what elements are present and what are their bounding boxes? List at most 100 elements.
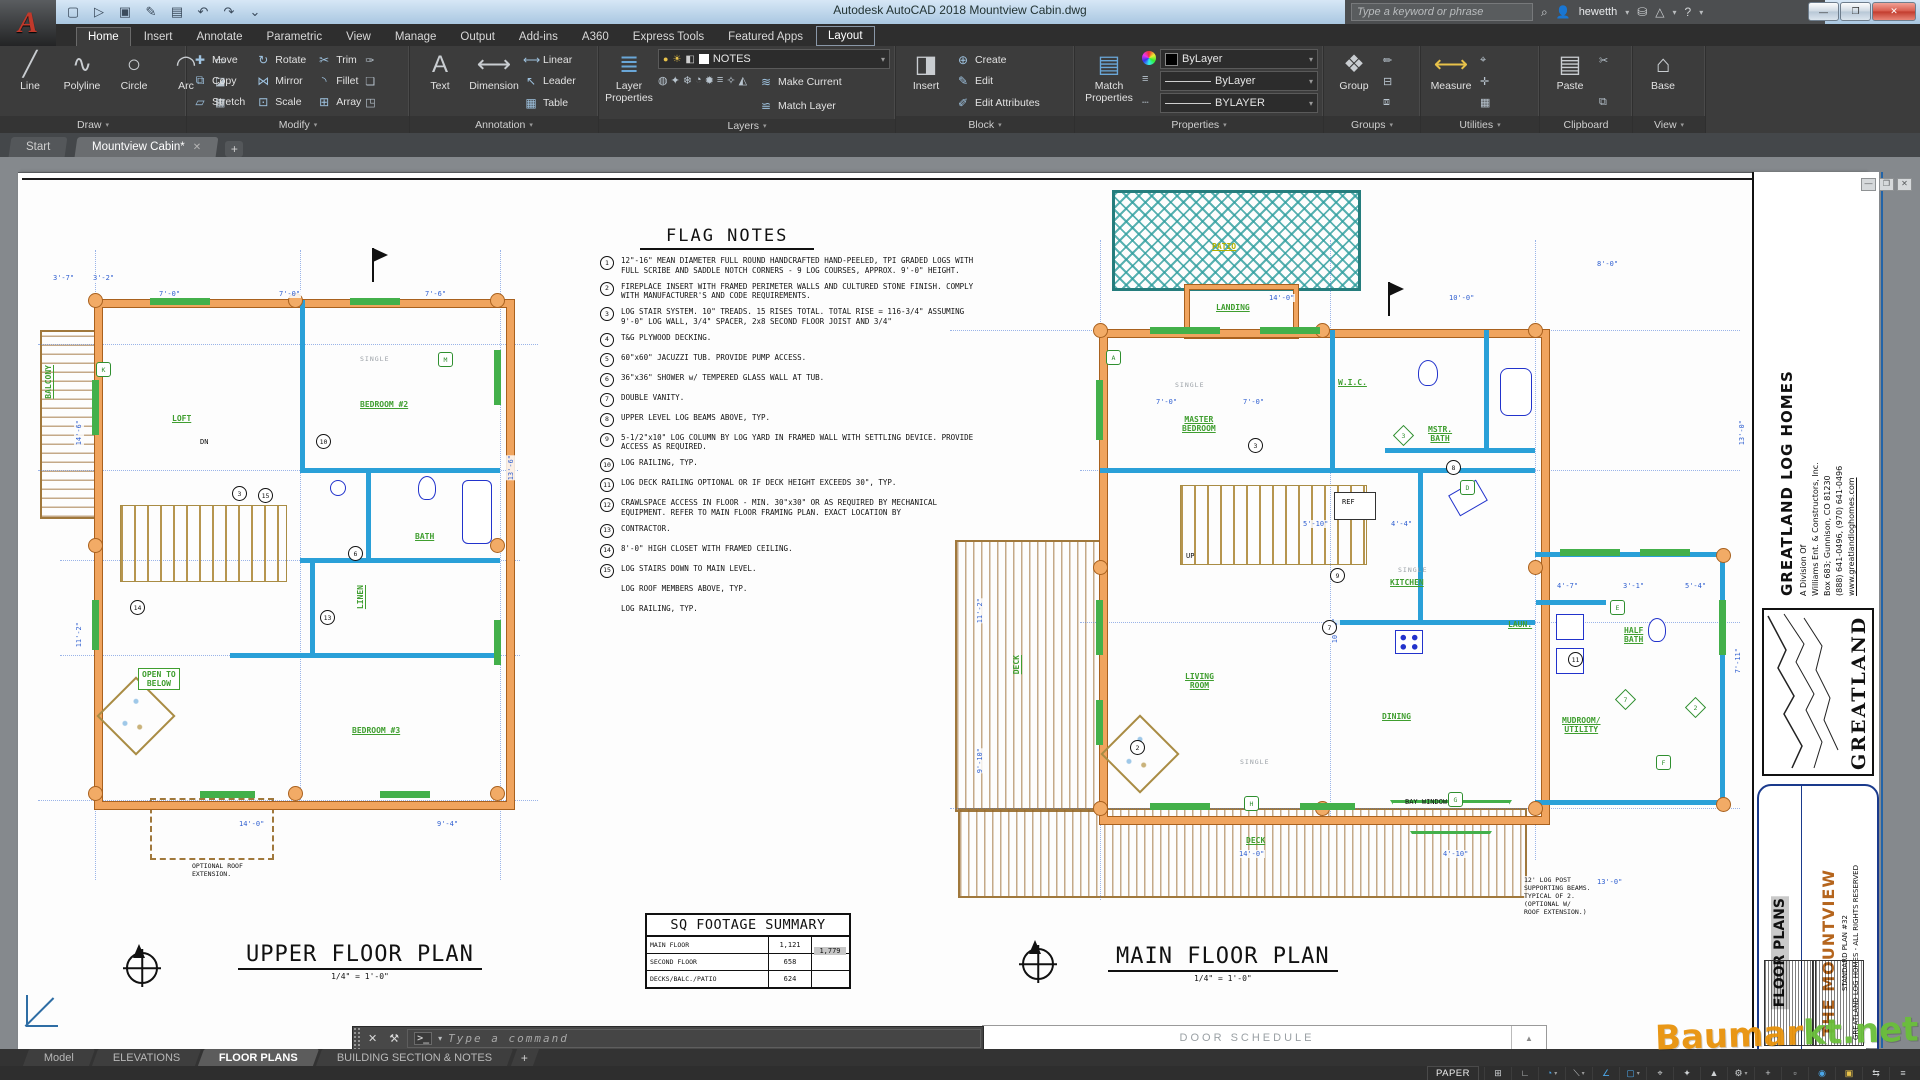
ribbon-big-button[interactable]: ∿ Polyline: [57, 49, 107, 113]
ribbon-small-icon[interactable]: ✹: [705, 71, 714, 89]
linetype-combo[interactable]: ByLayer ▾: [1160, 71, 1318, 91]
insert-block-button[interactable]: ◨ Insert: [901, 49, 951, 113]
ribbon-small-icon[interactable]: ◍: [658, 71, 668, 89]
layout-tab[interactable]: FLOOR PLANS: [198, 1049, 320, 1066]
status-icon[interactable]: ▣: [1835, 1066, 1862, 1080]
layer-combo[interactable]: ● ☀ ◧ NOTES ▾: [658, 49, 890, 69]
groups-panel-label[interactable]: Groups ▾: [1324, 116, 1420, 133]
qat-icon[interactable]: ✎: [142, 4, 160, 20]
drawing-tab[interactable]: Mountview Cabin* ✕: [74, 137, 219, 157]
status-icon[interactable]: ▢: [1619, 1066, 1646, 1080]
ribbon-button[interactable]: ▱ Stretch: [192, 92, 245, 113]
qat-icon[interactable]: ▣: [116, 4, 134, 20]
recent-commands-caret-icon[interactable]: ▾: [438, 1034, 442, 1043]
ribbon-tab[interactable]: Add-ins: [508, 28, 569, 46]
qat-icon[interactable]: ⌄: [246, 4, 264, 20]
status-icon[interactable]: ◉: [1808, 1066, 1835, 1080]
ribbon-small-icon[interactable]: ⧈: [1383, 93, 1392, 111]
ribbon-small-icon[interactable]: ⊟: [1383, 72, 1392, 90]
command-customize-icon[interactable]: ⚒: [383, 1032, 405, 1045]
signed-in-user[interactable]: hewetth: [1579, 6, 1618, 18]
status-icon[interactable]: ⊞: [1484, 1066, 1511, 1080]
status-icon[interactable]: ⚙: [1727, 1066, 1754, 1080]
group-button[interactable]: ❖ Group: [1329, 49, 1379, 113]
qat-icon[interactable]: ▢: [64, 4, 82, 20]
app-store-cart-icon[interactable]: ⛁: [1637, 5, 1647, 19]
start-tab[interactable]: Start: [8, 137, 68, 157]
help-caret-icon[interactable]: ▾: [1699, 8, 1703, 17]
ribbon-button[interactable]: ⋈ Mirror: [255, 70, 306, 91]
ribbon-tab[interactable]: Featured Apps: [717, 28, 814, 46]
ribbon-button[interactable]: ⊞ Array: [316, 92, 361, 113]
close-button[interactable]: ✕: [1872, 2, 1916, 21]
ribbon-button[interactable]: ◝ Fillet: [316, 70, 361, 91]
ribbon-small-icon[interactable]: ❄: [683, 71, 692, 89]
doc-close-icon[interactable]: ✕: [1897, 178, 1912, 191]
ribbon-tab[interactable]: Insert: [133, 28, 184, 46]
ribbon-button[interactable]: ↻ Rotate: [255, 49, 306, 70]
match-properties-button[interactable]: ▤ Match Properties: [1080, 49, 1138, 113]
a360-caret-icon[interactable]: ▾: [1673, 8, 1677, 17]
status-icon[interactable]: +: [1754, 1066, 1781, 1080]
new-layout-button[interactable]: +: [510, 1049, 539, 1066]
user-menu-caret-icon[interactable]: ▾: [1625, 8, 1629, 17]
ribbon-small-icon[interactable]: ◔: [695, 71, 702, 89]
lineweight-combo[interactable]: BYLAYER ▾: [1160, 93, 1318, 113]
ribbon-tab[interactable]: Home: [76, 27, 131, 46]
status-icon[interactable]: ∟: [1511, 1066, 1538, 1080]
modify-panel-label[interactable]: Modify ▾: [187, 116, 409, 133]
restore-button[interactable]: ❐: [1840, 2, 1871, 21]
ribbon-tab[interactable]: Annotate: [185, 28, 253, 46]
qat-icon[interactable]: ↶: [194, 4, 212, 20]
ribbon-small-icon[interactable]: ⌖: [1480, 51, 1490, 69]
status-icon[interactable]: ◔: [1538, 1066, 1565, 1080]
status-icon[interactable]: ⌖: [1646, 1066, 1673, 1080]
ribbon-tab[interactable]: Express Tools: [622, 28, 715, 46]
status-icon[interactable]: ▫: [1781, 1066, 1808, 1080]
ribbon-big-button[interactable]: ○ Circle: [109, 49, 159, 113]
ribbon-button[interactable]: ⊡ Scale: [255, 92, 306, 113]
a360-icon[interactable]: △: [1655, 5, 1664, 19]
layer-properties-button[interactable]: ≣ Layer Properties: [604, 49, 654, 116]
close-tab-icon[interactable]: ✕: [193, 142, 201, 153]
annotation-panel-label[interactable]: Annotation ▾: [410, 116, 598, 133]
ribbon-tab[interactable]: Layout: [815, 26, 875, 46]
qat-icon[interactable]: ▤: [168, 4, 186, 20]
view-panel-label[interactable]: View ▾: [1633, 116, 1705, 133]
ribbon-small-icon[interactable]: ✂: [1599, 51, 1608, 69]
draw-panel-label[interactable]: Draw ▾: [0, 116, 186, 133]
ribbon-button[interactable]: ⊕ Create: [955, 49, 1040, 70]
layer-lock-icon[interactable]: ◧: [685, 54, 694, 65]
properties-panel-label[interactable]: Properties ▾: [1075, 116, 1323, 133]
linetype-list-icon[interactable]: ≡: [1142, 70, 1156, 88]
layer-sun-icon[interactable]: ☀: [672, 54, 681, 65]
new-drawing-tab-button[interactable]: +: [225, 141, 244, 157]
status-icon[interactable]: ∠: [1592, 1066, 1619, 1080]
ribbon-button[interactable]: ↖ Leader: [523, 71, 576, 92]
ribbon-small-icon[interactable]: ◭: [739, 71, 747, 89]
paper-space-toggle[interactable]: PAPER: [1426, 1065, 1479, 1080]
status-icon[interactable]: ≡: [1889, 1066, 1916, 1080]
qat-icon[interactable]: ▷: [90, 4, 108, 20]
make-current-button[interactable]: ≋ Make Current: [758, 71, 842, 92]
ribbon-small-icon[interactable]: ≡: [717, 71, 723, 89]
ribbon-small-icon[interactable]: ❏: [365, 72, 375, 90]
layers-panel-label[interactable]: Layers ▾: [599, 119, 895, 133]
ribbon-tab[interactable]: Manage: [384, 28, 448, 46]
lineweight-list-icon[interactable]: ┄: [1142, 93, 1156, 111]
measure-button[interactable]: ⟷ Measure: [1426, 49, 1476, 113]
ribbon-small-icon[interactable]: ✏: [1383, 51, 1392, 69]
command-input[interactable]: >_ ▾ Type a command: [407, 1029, 981, 1048]
ribbon-small-icon[interactable]: ⧉: [1599, 93, 1608, 111]
layer-color-swatch[interactable]: [698, 54, 709, 64]
ribbon-tab[interactable]: View: [335, 28, 382, 46]
base-button[interactable]: ⌂ Base: [1638, 49, 1688, 113]
color-wheel-icon[interactable]: [1142, 51, 1156, 65]
layout-tab[interactable]: Model: [22, 1049, 96, 1066]
ribbon-small-icon[interactable]: ✑: [365, 51, 375, 69]
layer-combo-caret-icon[interactable]: ▾: [881, 55, 885, 64]
qat-icon[interactable]: ↷: [220, 4, 238, 20]
ribbon-big-button[interactable]: ⟷ Dimension: [469, 49, 519, 113]
layout-tab[interactable]: BUILDING SECTION & NOTES: [316, 1049, 514, 1066]
match-layer-button[interactable]: ≌ Match Layer: [758, 95, 842, 116]
